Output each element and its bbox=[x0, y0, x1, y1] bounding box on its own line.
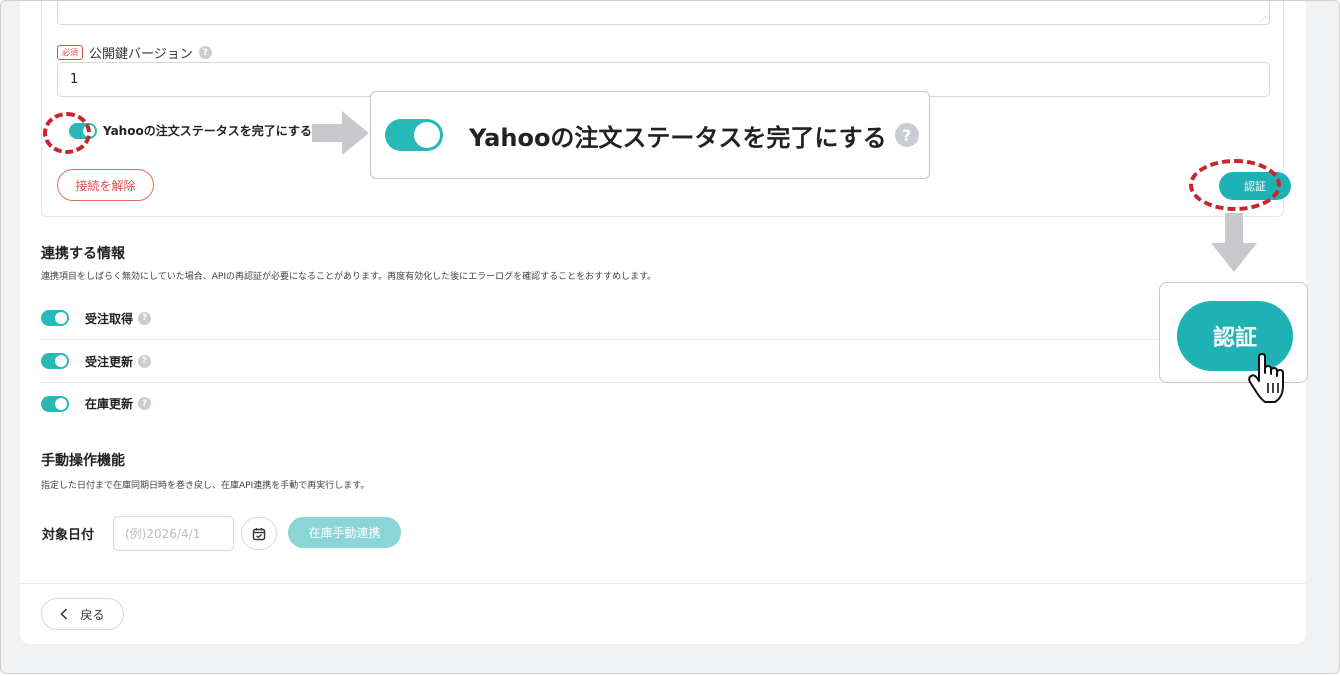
help-icon[interactable]: ? bbox=[138, 311, 152, 325]
target-date-placeholder: (例)2026/4/1 bbox=[125, 527, 201, 541]
list-item: 受注取得 ? bbox=[41, 297, 1284, 340]
zoom-callout-toggle: Yahooの注文ステータスを完了にする ? bbox=[370, 91, 930, 179]
stock-update-label: 在庫更新 bbox=[85, 397, 134, 411]
target-date-input[interactable]: (例)2026/4/1 bbox=[113, 516, 234, 551]
order-update-label: 受注更新 bbox=[85, 354, 134, 369]
zoomed-complete-status-label: Yahooの注文ステータスを完了にする bbox=[469, 123, 887, 152]
chevron-left-icon bbox=[60, 608, 68, 620]
list-item: 在庫更新 ? bbox=[41, 382, 1284, 425]
order-update-toggle[interactable] bbox=[41, 353, 69, 369]
arrow-right-icon bbox=[312, 111, 369, 155]
complete-status-row: Yahooの注文ステータスを完了にする bbox=[69, 122, 312, 139]
arrow-down-icon bbox=[1211, 213, 1257, 272]
help-icon[interactable]: ? bbox=[198, 46, 212, 59]
order-fetch-label: 受注取得 bbox=[85, 311, 134, 326]
resize-handle-icon[interactable]: ⋰ bbox=[1260, 15, 1267, 23]
help-icon[interactable]: ? bbox=[138, 354, 152, 368]
back-label: 戻る bbox=[80, 607, 105, 622]
hand-pointer-icon bbox=[1248, 353, 1284, 403]
back-button[interactable]: 戻る bbox=[41, 598, 124, 630]
list-item-label: 受注取得 ? bbox=[85, 310, 152, 327]
key-version-label-row: 必須 公開鍵バージョン ? bbox=[57, 43, 212, 62]
zoomed-toggle bbox=[385, 119, 443, 151]
manual-title: 手動操作機能 bbox=[41, 453, 125, 469]
help-icon: ? bbox=[894, 123, 919, 147]
annotation-ring-auth bbox=[1189, 159, 1281, 211]
stock-update-toggle[interactable] bbox=[41, 395, 69, 412]
target-date-label: 対象日付 bbox=[42, 528, 95, 543]
key-version-label: 公開鍵バージョン bbox=[89, 47, 193, 62]
manual-stock-sync-button[interactable]: 在庫手動連携 bbox=[288, 517, 401, 548]
window-frame: ⋰ 必須 公開鍵バージョン ? 1 Yahooの注文ステータスを完了にする 接続… bbox=[0, 0, 1340, 674]
calendar-button[interactable] bbox=[241, 517, 277, 550]
disconnect-button[interactable]: 接続を解除 bbox=[57, 169, 154, 201]
manual-description: 指定した日付まで在庫同期日時を巻き戻し、在庫API連携を手動で再実行します。 bbox=[41, 481, 370, 491]
required-badge: 必須 bbox=[57, 45, 83, 60]
annotation-ring-toggle bbox=[43, 112, 91, 154]
list-item-label: 在庫更新 ? bbox=[85, 395, 152, 412]
list-item: 受注更新 ? bbox=[41, 340, 1284, 383]
zoomed-label-row: Yahooの注文ステータスを完了にする ? bbox=[469, 118, 919, 153]
order-fetch-toggle[interactable] bbox=[41, 310, 69, 326]
list-item-label: 受注更新 ? bbox=[85, 353, 152, 370]
complete-status-label: Yahooの注文ステータスを完了にする bbox=[103, 124, 312, 138]
sync-info-description: 連携項目をしばらく無効にしていた場合、APIの再認証が必要になることがあります。… bbox=[41, 272, 657, 282]
help-icon[interactable]: ? bbox=[138, 397, 152, 410]
key-version-value: 1 bbox=[70, 72, 79, 87]
sync-info-title: 連携する情報 bbox=[41, 246, 125, 262]
footer-divider bbox=[20, 583, 1306, 584]
private-key-textarea[interactable]: ⋰ bbox=[57, 1, 1270, 25]
calendar-icon bbox=[252, 527, 266, 540]
